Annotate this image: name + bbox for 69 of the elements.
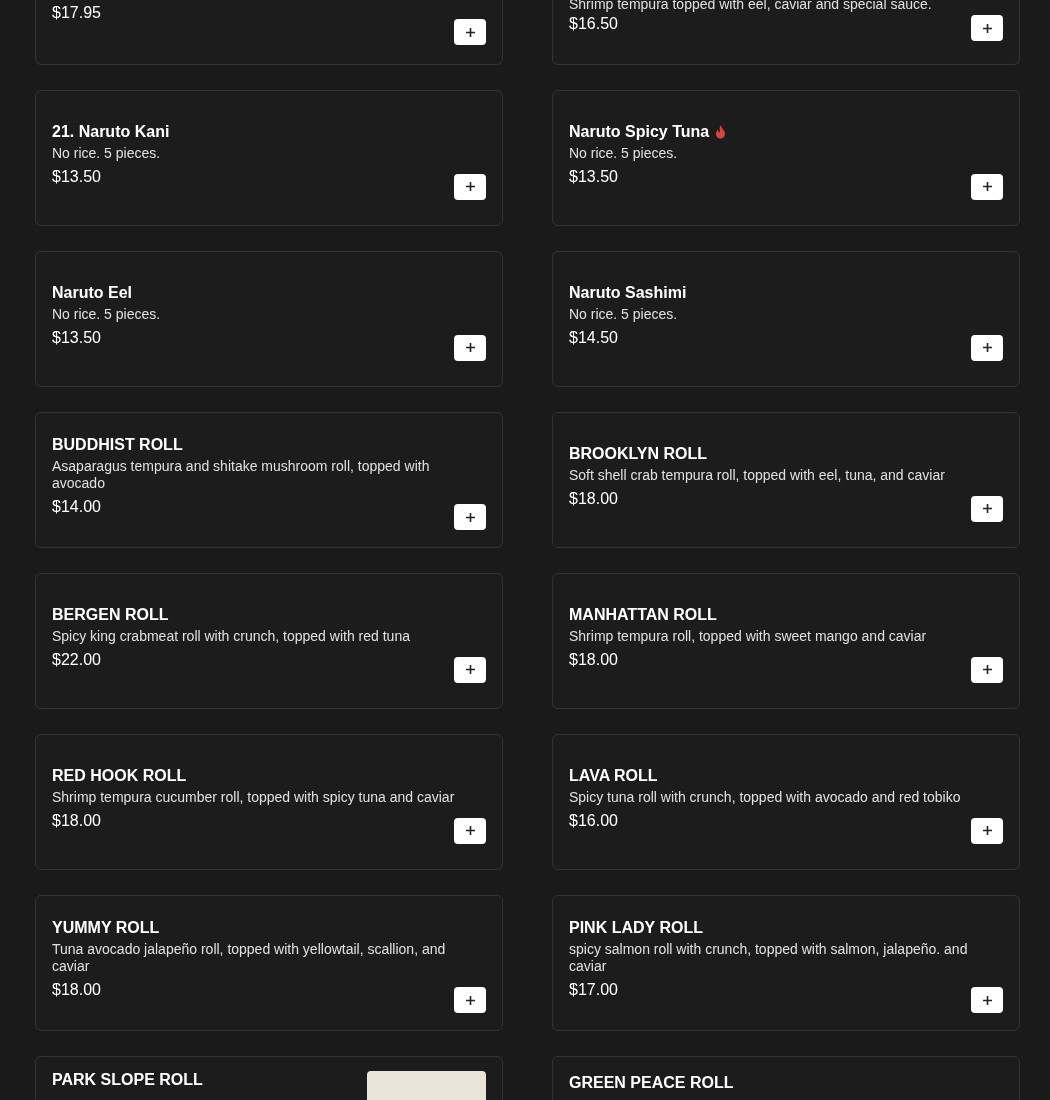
plus-icon [981,994,993,1006]
item-description: No rice. 5 pieces. [52,144,162,162]
item-description: Spicy tuna roll with crunch, topped with avocado and red tobiko [569,788,962,806]
plus-icon [981,503,993,514]
item-name: YUMMY ROLL [52,919,161,937]
add-button[interactable] [454,656,486,683]
item-description: Spicy king crabmeat roll with crunch, topped with red tuna [52,627,411,645]
item-name: BROOKLYN ROLL [569,444,709,463]
item-name: Naruto Sashimi [569,283,688,302]
item-description: No rice. 5 pieces. [569,144,679,162]
item-description: No rice. 5 pieces. [569,305,679,323]
item-price: $18.00 [569,488,618,508]
plus-icon [464,511,476,523]
item-price: $18.00 [569,649,618,669]
item-price: $14.50 [569,327,618,347]
add-button[interactable] [454,173,486,200]
add-button[interactable] [971,656,1003,683]
plus-icon [464,664,476,675]
plus-icon [981,22,993,34]
add-button[interactable] [971,173,1003,200]
item-price: $18.00 [52,980,101,999]
item-price: $14.00 [52,497,101,516]
add-button[interactable] [971,817,1003,844]
plus-icon [981,664,993,675]
item-name: LAVA ROLL [569,766,659,785]
item-name: 21. Naruto Kani [52,122,171,141]
item-name: Naruto Eel [52,283,133,302]
item-price: $16.50 [569,14,618,33]
item-name: BUDDHIST ROLL [52,436,184,454]
item-price: $18.00 [52,810,101,830]
plus-icon [464,994,476,1006]
add-button[interactable] [971,495,1003,522]
item-name: GREEN PEACE ROLL [569,1074,734,1092]
add-button[interactable] [454,987,486,1013]
item-price: $13.50 [569,166,618,186]
add-button[interactable] [454,504,486,530]
item-description: Tuna avocado jalapeño roll, topped with yellowtail, scallion, and caviar [52,941,447,975]
item-price: $16.00 [569,810,618,830]
item-name: PINK LADY ROLL [569,919,704,937]
item-name: Naruto Spicy Tuna [569,122,1003,141]
flame-icon [715,124,727,139]
plus-icon [981,825,993,836]
item-description: spicy salmon roll with crunch, topped with salmon, jalapeño. and caviar [569,941,969,975]
plus-icon [464,342,476,353]
plus-icon [981,181,993,192]
item-price: $22.00 [52,649,101,669]
plus-icon [464,26,476,38]
plus-icon [981,342,993,353]
plus-icon [464,825,476,836]
item-price: $17.00 [569,980,618,999]
item-name: BERGEN ROLL [52,605,170,624]
item-price: $13.50 [52,166,101,186]
item-price: $13.50 [52,327,101,347]
item-description: Soft shell crab tempura roll, topped with eel, tuna, and caviar [569,466,946,484]
item-name: MANHATTAN ROLL [569,605,718,624]
add-button[interactable] [454,19,486,45]
add-button[interactable] [454,334,486,361]
item-description: No rice. 5 pieces. [52,305,162,323]
item-description: Asaparagus tempura and shitake mushroom roll, topped with avocado [52,458,431,492]
item-description: Shrimp tempura roll, topped with sweet mango and caviar [569,627,928,645]
add-button[interactable] [454,817,486,844]
item-name: PARK SLOPE ROLL [52,1071,203,1089]
item-price: $17.95 [52,3,101,22]
add-button[interactable] [971,15,1003,41]
item-description: Shrimp tempura cucumber roll, topped with spicy tuna and caviar [52,788,456,806]
plus-icon [464,181,476,192]
add-button[interactable] [971,987,1003,1013]
item-name: RED HOOK ROLL [52,766,188,785]
add-button[interactable] [971,334,1003,361]
